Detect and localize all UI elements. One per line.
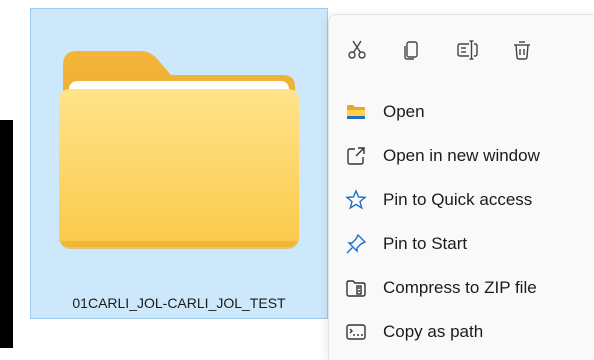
copy-icon xyxy=(404,41,418,60)
menu-item-label: Open xyxy=(383,102,425,121)
menu-item-copy-as-path[interactable]: Copy as path xyxy=(339,312,589,352)
copy-button[interactable] xyxy=(397,35,427,65)
menu-item-open-new-window[interactable]: Open in new window xyxy=(339,136,589,176)
menu-item-label: Pin to Start xyxy=(383,234,468,253)
quick-actions-bar xyxy=(329,15,594,85)
cut-button[interactable] xyxy=(342,35,372,65)
cut-icon xyxy=(348,40,366,59)
menu-item-label: Pin to Quick access xyxy=(383,190,533,209)
context-menu: Open Open in new window Pin to Quick acc… xyxy=(328,14,594,360)
menu-item-label: Open in new window xyxy=(383,146,540,165)
open-new-window-icon xyxy=(345,145,367,167)
rename-icon xyxy=(457,40,478,60)
menu-item-pin-quick-access[interactable]: Pin to Quick access xyxy=(339,180,589,220)
background-window-edge xyxy=(0,120,13,348)
rename-button[interactable] xyxy=(452,35,482,65)
folder-name-label: 01CARLI_JOL-CARLI_JOL_TEST xyxy=(72,295,286,311)
folder-icon xyxy=(59,51,299,249)
menu-item-pin-start[interactable]: Pin to Start xyxy=(339,224,589,264)
delete-button[interactable] xyxy=(507,35,537,65)
menu-item-open[interactable]: Open xyxy=(339,92,589,132)
pin-icon xyxy=(345,233,367,255)
zip-archive-icon xyxy=(345,277,367,299)
folder-open-icon xyxy=(345,101,367,123)
menu-item-label: Compress to ZIP file xyxy=(383,278,537,297)
delete-icon xyxy=(514,41,530,60)
menu-item-label: Copy as path xyxy=(383,322,484,341)
folder-item-selected[interactable]: 01CARLI_JOL-CARLI_JOL_TEST xyxy=(30,8,328,319)
menu-item-compress-zip[interactable]: Compress to ZIP file xyxy=(339,268,589,308)
copy-path-icon xyxy=(345,321,367,343)
star-icon xyxy=(345,189,367,211)
